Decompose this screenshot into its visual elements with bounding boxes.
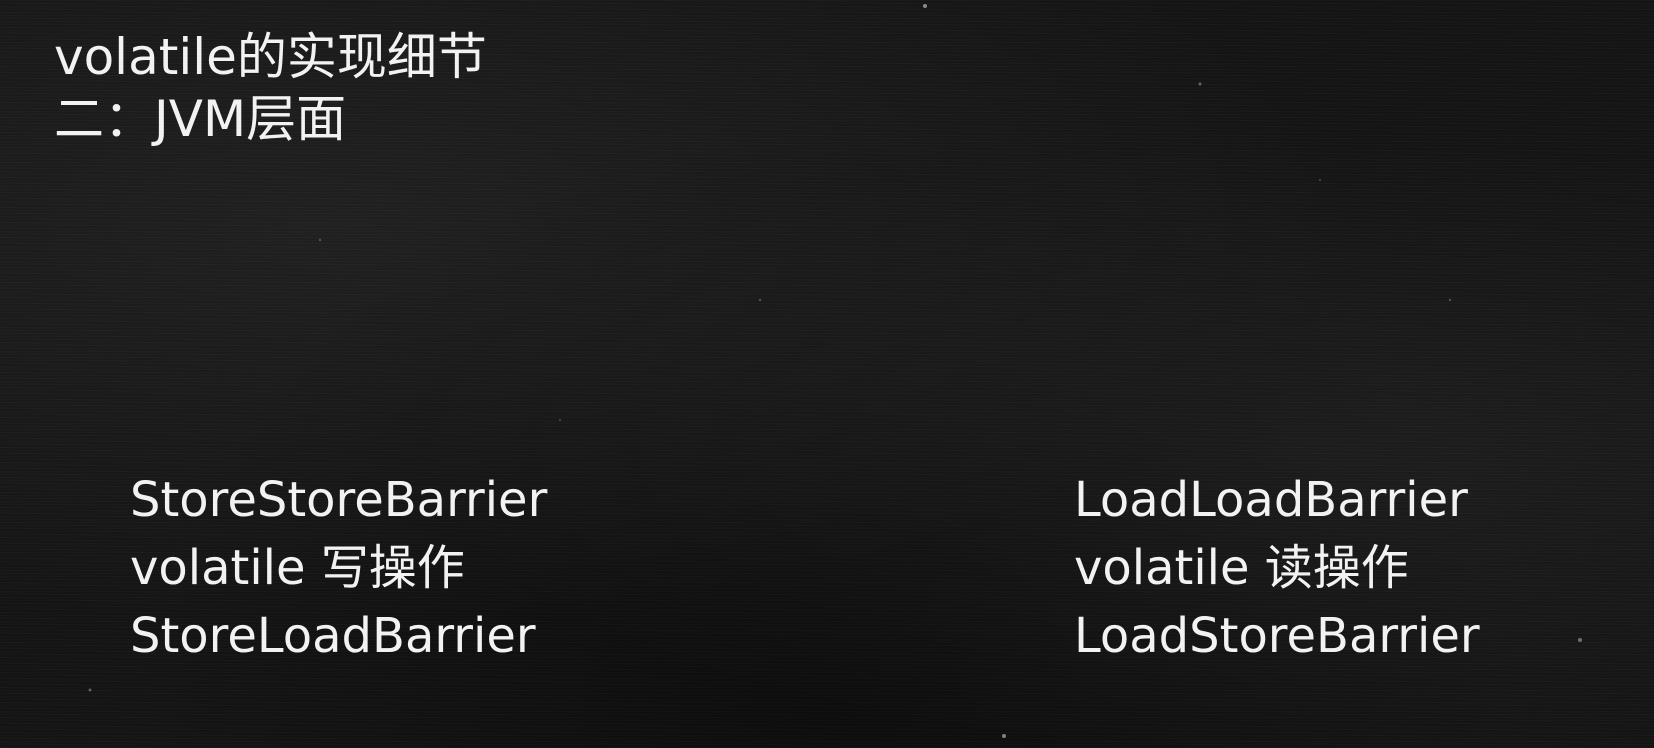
list-item: LoadLoadBarrier bbox=[1074, 472, 1468, 528]
list-item: volatile 读操作 bbox=[1074, 540, 1409, 596]
title-line-2: 二：JVM层面 bbox=[54, 90, 347, 148]
list-item: volatile 写操作 bbox=[130, 540, 465, 596]
list-item: StoreStoreBarrier bbox=[130, 472, 548, 528]
page-title: volatile的实现细节 二：JVM层面 bbox=[54, 26, 487, 150]
list-item: StoreLoadBarrier bbox=[130, 608, 536, 664]
title-line-1: volatile的实现细节 bbox=[54, 28, 487, 86]
list-item: LoadStoreBarrier bbox=[1074, 608, 1480, 664]
write-barrier-list: StoreStoreBarrier volatile 写操作 StoreLoad… bbox=[130, 466, 547, 670]
read-barrier-list: LoadLoadBarrier volatile 读操作 LoadStoreBa… bbox=[1074, 466, 1480, 670]
